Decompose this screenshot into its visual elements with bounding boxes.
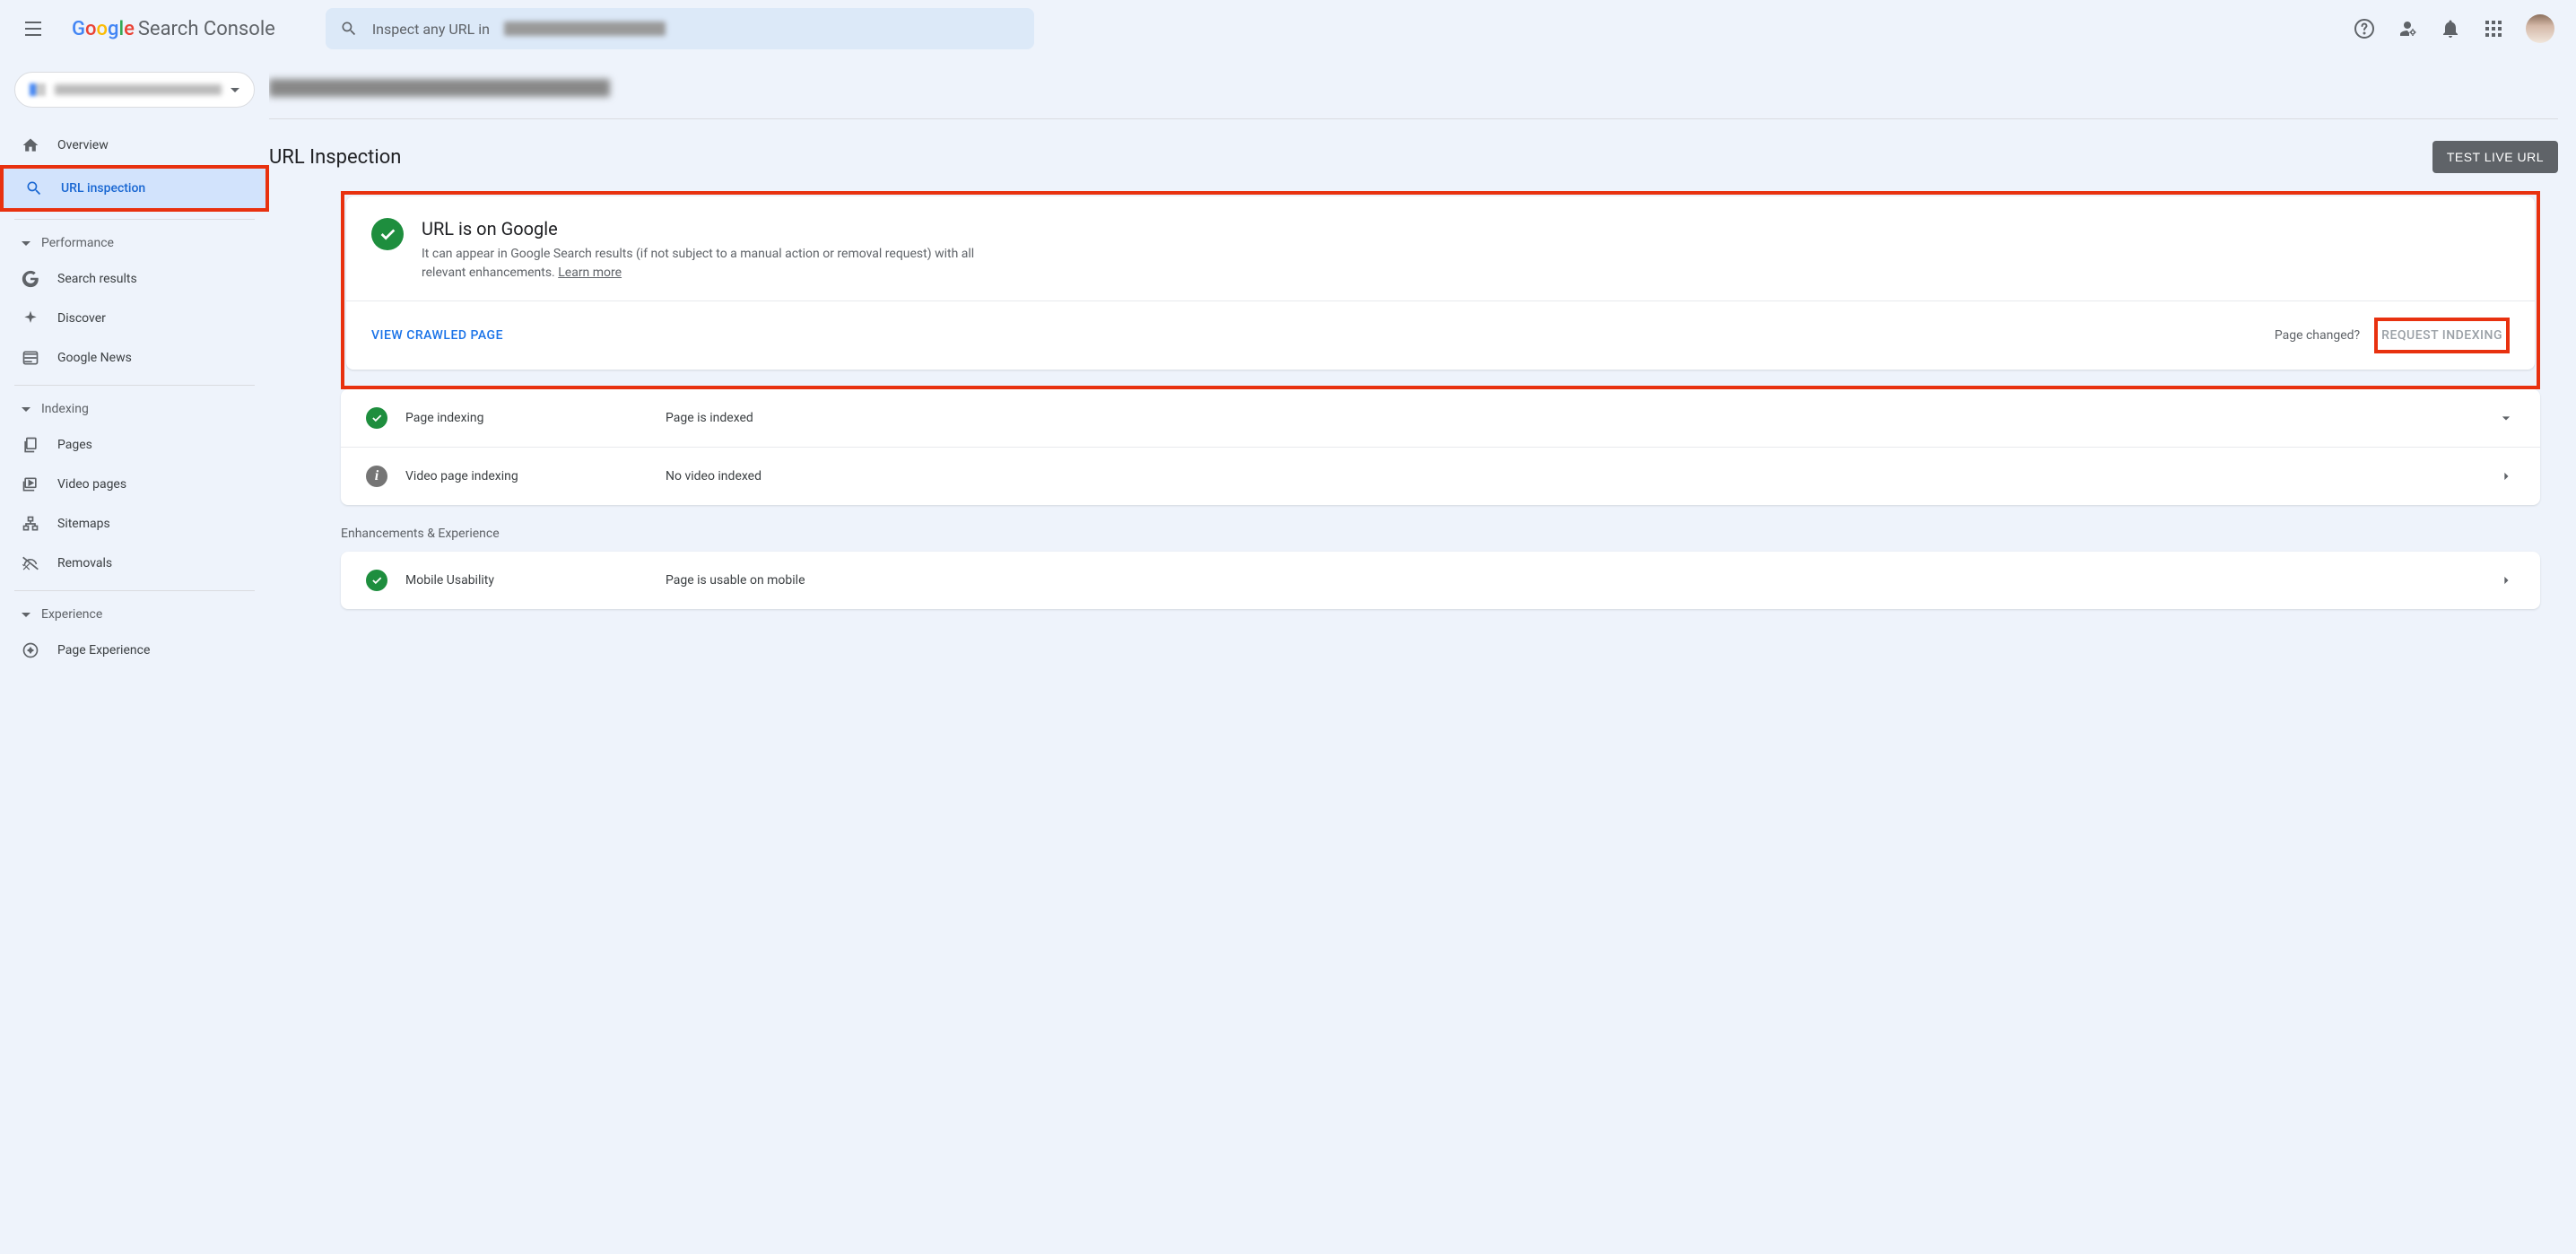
dropdown-icon	[231, 88, 239, 92]
discover-icon	[22, 309, 39, 327]
search-bar[interactable]: Inspect any URL in	[326, 8, 1034, 49]
experience-icon	[22, 641, 39, 659]
detail-row-video-indexing[interactable]: i Video page indexing No video indexed	[341, 448, 2540, 505]
inspected-url-redacted	[269, 79, 610, 97]
collapse-icon	[22, 241, 30, 246]
sidebar-item-label: Removals	[57, 556, 112, 570]
property-favicon	[30, 83, 46, 96]
detail-row-mobile-usability[interactable]: Mobile Usability Page is usable on mobil…	[341, 552, 2540, 609]
property-name-redacted	[55, 84, 222, 95]
sidebar-item-discover[interactable]: Discover	[0, 299, 258, 338]
search-icon	[340, 20, 358, 38]
menu-icon[interactable]	[14, 7, 57, 50]
chevron-right-icon	[2497, 467, 2515, 485]
sidebar-item-search-results[interactable]: Search results	[0, 259, 258, 299]
sidebar-item-pages[interactable]: Pages	[0, 425, 258, 465]
sidebar-item-url-inspection[interactable]: URL inspection	[4, 169, 265, 208]
check-icon	[366, 407, 387, 429]
home-icon	[22, 136, 39, 154]
info-icon: i	[366, 466, 387, 487]
status-title: URL is on Google	[422, 218, 978, 239]
page-title-row: URL Inspection TEST LIVE URL	[269, 118, 2558, 173]
google-g-icon	[22, 270, 39, 288]
status-card: URL is on Google It can appear in Google…	[346, 196, 2535, 370]
main-content: URL Inspection TEST LIVE URL URL is on G…	[269, 57, 2576, 1254]
top-bar: Google Search Console Inspect any URL in	[0, 0, 2576, 57]
detail-row-page-indexing[interactable]: Page indexing Page is indexed	[341, 389, 2540, 448]
sidebar-item-label: Page Experience	[57, 643, 150, 657]
page-title: URL Inspection	[269, 146, 401, 169]
notifications-icon[interactable]	[2440, 18, 2461, 39]
section-label: Performance	[41, 236, 114, 250]
search-icon	[25, 179, 43, 197]
section-label: Experience	[41, 607, 102, 622]
video-icon	[22, 475, 39, 493]
test-live-url-button[interactable]: TEST LIVE URL	[2432, 141, 2558, 173]
check-icon	[366, 570, 387, 591]
pages-icon	[22, 436, 39, 454]
page-changed-label: Page changed?	[2275, 328, 2360, 343]
chevron-right-icon	[2497, 571, 2515, 589]
view-crawled-page-button[interactable]: VIEW CRAWLED PAGE	[371, 328, 503, 343]
sidebar-item-label: Overview	[57, 138, 109, 152]
sidebar-item-google-news[interactable]: Google News	[0, 338, 258, 378]
enhancements-card: Mobile Usability Page is usable on mobil…	[341, 552, 2540, 609]
sidebar-item-label: Google News	[57, 351, 132, 365]
property-selector[interactable]	[14, 72, 255, 108]
news-icon	[22, 349, 39, 367]
detail-value: No video indexed	[666, 469, 2479, 483]
sidebar-section-experience[interactable]: Experience	[0, 598, 269, 631]
learn-more-link[interactable]: Learn more	[558, 266, 622, 280]
top-icons	[2354, 14, 2562, 43]
sidebar-item-sitemaps[interactable]: Sitemaps	[0, 504, 258, 544]
detail-label: Video page indexing	[405, 469, 648, 483]
detail-label: Mobile Usability	[405, 573, 648, 588]
apps-icon[interactable]	[2483, 18, 2504, 39]
inspected-url-header	[269, 57, 2558, 118]
sidebar-item-label: Video pages	[57, 477, 126, 492]
sidebar-item-removals[interactable]: Removals	[0, 544, 258, 583]
detail-value: Page is indexed	[666, 411, 2479, 425]
help-icon[interactable]	[2354, 18, 2375, 39]
sitemap-icon	[22, 515, 39, 533]
status-description: It can appear in Google Search results (…	[422, 245, 978, 283]
product-name: Search Console	[138, 18, 275, 40]
removals-icon	[22, 554, 39, 572]
avatar[interactable]	[2526, 14, 2554, 43]
status-card-footer: VIEW CRAWLED PAGE Page changed? REQUEST …	[346, 300, 2535, 370]
search-domain-redacted	[504, 22, 666, 36]
sidebar-item-video-pages[interactable]: Video pages	[0, 465, 258, 504]
collapse-icon	[22, 407, 30, 412]
sidebar-item-page-experience[interactable]: Page Experience	[0, 631, 258, 670]
sidebar-item-overview[interactable]: Overview	[0, 126, 258, 165]
sidebar-section-performance[interactable]: Performance	[0, 227, 269, 259]
request-indexing-button[interactable]: REQUEST INDEXING	[2374, 318, 2510, 353]
collapse-icon	[22, 613, 30, 617]
users-settings-icon[interactable]	[2397, 18, 2418, 39]
chevron-down-icon	[2497, 409, 2515, 427]
section-label: Indexing	[41, 402, 89, 416]
indexing-details-card: Page indexing Page is indexed i Video pa…	[341, 389, 2540, 505]
check-icon	[371, 218, 404, 250]
sidebar: Overview URL inspection Performance Sear…	[0, 57, 269, 1254]
search-prefix: Inspect any URL in	[372, 21, 490, 38]
sidebar-item-label: Sitemaps	[57, 517, 110, 531]
sidebar-item-label: Search results	[57, 272, 137, 286]
sidebar-item-label: Pages	[57, 438, 92, 452]
detail-label: Page indexing	[405, 411, 648, 425]
enhancements-section-label: Enhancements & Experience	[341, 527, 2540, 541]
sidebar-item-label: Discover	[57, 311, 106, 326]
google-logo: Google	[72, 18, 135, 40]
detail-value: Page is usable on mobile	[666, 573, 2479, 588]
logo[interactable]: Google Search Console	[72, 18, 275, 40]
sidebar-item-label: URL inspection	[61, 181, 145, 196]
sidebar-section-indexing[interactable]: Indexing	[0, 393, 269, 425]
